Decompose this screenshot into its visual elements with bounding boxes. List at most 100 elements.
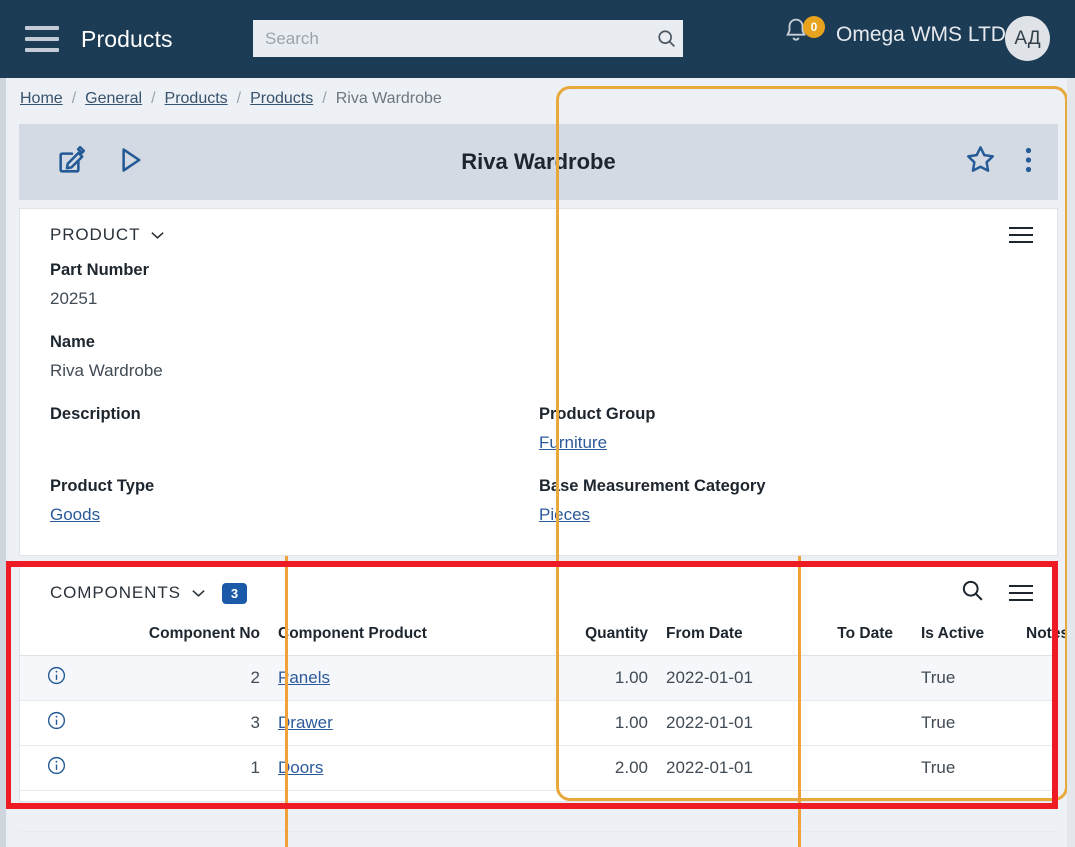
field-label: Product Type	[50, 477, 155, 495]
breadcrumb-item-products[interactable]: Products	[165, 90, 228, 108]
field-product-type: Product Type Goods	[50, 477, 154, 525]
field-base-measurement-category: Base Measurement Category Pieces	[539, 477, 766, 525]
search-box[interactable]	[253, 20, 683, 57]
table-header-row: Component No Component Product Quantity …	[20, 619, 1069, 656]
column-header-notes[interactable]: Notes	[1016, 619, 1069, 656]
column-header-is-active[interactable]: Is Active	[911, 619, 1016, 656]
empty-cell	[811, 790, 911, 832]
record-title-bar: Riva Wardrobe	[19, 124, 1058, 200]
components-section-header: COMPONENTS 3	[20, 567, 1057, 619]
product-section-header: PRODUCT	[20, 209, 1057, 261]
breadcrumb-item-products-2[interactable]: Products	[250, 90, 313, 108]
breadcrumb-item-current: Riva Wardrobe	[335, 90, 442, 107]
table-row[interactable]: 1 Doors 2.00 2022-01-01 True	[20, 745, 1057, 791]
search-input[interactable]	[253, 28, 649, 49]
column-header-quantity[interactable]: Quantity	[538, 619, 656, 656]
column-header-from-date[interactable]: From Date	[656, 619, 811, 656]
product-panel: PRODUCT Part Number 20251 Name Riva Ward…	[19, 208, 1058, 556]
favorite-star-icon[interactable]	[964, 143, 997, 181]
hamburger-small-icon[interactable]	[1009, 227, 1033, 243]
company-name: Omega WMS LTD	[836, 23, 1006, 46]
search-icon[interactable]	[960, 578, 985, 608]
cell-component-no: 1	[78, 745, 268, 791]
empty-cell	[268, 790, 538, 832]
hamburger-icon[interactable]	[25, 26, 59, 52]
cell-component-no: 2	[78, 655, 268, 701]
cell-component-no: 3	[78, 700, 268, 746]
cell-is-active: True	[911, 700, 1016, 746]
empty-cell	[911, 790, 1016, 832]
cell-notes	[1016, 700, 1057, 746]
cell-to-date	[811, 745, 911, 791]
field-part-number: Part Number 20251	[50, 261, 149, 309]
field-value-link[interactable]: Pieces	[539, 505, 590, 524]
component-product-link[interactable]: Drawer	[278, 713, 333, 732]
cell-notes	[1016, 745, 1057, 791]
empty-cell	[78, 790, 268, 832]
right-scrollbar[interactable]	[1067, 78, 1075, 847]
empty-cell	[656, 790, 811, 832]
app-title: Products	[81, 25, 173, 52]
component-product-link[interactable]: Doors	[278, 758, 323, 777]
field-description: Description	[50, 405, 141, 433]
cell-from-date: 2022-01-01	[656, 700, 811, 746]
cell-to-date	[811, 655, 911, 701]
field-product-group: Product Group Furniture	[539, 405, 655, 453]
cell-quantity: 1.00	[538, 700, 656, 746]
empty-cell	[1016, 790, 1057, 832]
chevron-down-icon[interactable]	[191, 586, 206, 601]
cell-from-date: 2022-01-01	[656, 745, 811, 791]
field-label: Name	[50, 333, 95, 351]
cell-component-product: Panels	[268, 655, 538, 701]
table-row[interactable]: 3 Drawer 1.00 2022-01-01 True	[20, 700, 1057, 746]
breadcrumb-item-home[interactable]: Home	[20, 90, 63, 108]
search-icon[interactable]	[649, 28, 683, 49]
cell-notes	[1016, 655, 1057, 701]
components-table: Component No Component Product Quantity …	[20, 619, 1069, 832]
table-row[interactable]: 2 Panels 1.00 2022-01-01 True	[20, 655, 1057, 701]
components-section-title[interactable]: COMPONENTS	[50, 583, 181, 603]
product-section-title[interactable]: PRODUCT	[50, 225, 140, 245]
field-value: 20251	[50, 289, 98, 308]
cell-component-product: Drawer	[268, 700, 538, 746]
avatar[interactable]: АД	[1005, 16, 1050, 61]
application-window: Products 0 Omega WMS LTD АД Home / Gener…	[0, 0, 1075, 847]
notification-count-badge: 0	[803, 16, 825, 38]
component-product-link[interactable]: Panels	[278, 668, 330, 687]
left-scrollbar[interactable]	[0, 78, 6, 847]
breadcrumb: Home / General / Products / Products / R…	[20, 90, 442, 108]
column-header-to-date[interactable]: To Date	[811, 619, 911, 656]
breadcrumb-separator: /	[236, 90, 242, 107]
field-label: Base Measurement Category	[539, 477, 766, 495]
breadcrumb-separator: /	[322, 90, 327, 107]
cell-quantity: 2.00	[538, 745, 656, 791]
breadcrumb-separator: /	[71, 90, 77, 107]
notifications-button[interactable]: 0	[783, 16, 825, 60]
breadcrumb-item-general[interactable]: General	[85, 90, 142, 108]
cell-quantity: 1.00	[538, 655, 656, 701]
cell-component-product: Doors	[268, 745, 538, 791]
field-value-link[interactable]: Goods	[50, 505, 100, 524]
field-label: Description	[50, 405, 141, 423]
row-info-icon[interactable]	[20, 700, 78, 746]
row-info-icon[interactable]	[20, 745, 78, 791]
cell-to-date	[811, 700, 911, 746]
field-value-link[interactable]: Furniture	[539, 433, 607, 452]
row-info-icon[interactable]	[20, 655, 78, 701]
components-count-badge: 3	[221, 582, 248, 604]
column-header-info[interactable]	[20, 619, 78, 656]
field-label: Part Number	[50, 261, 150, 279]
empty-cell	[20, 790, 78, 832]
field-name: Name Riva Wardrobe	[50, 333, 163, 381]
field-label: Product Group	[539, 405, 656, 423]
table-row-empty	[20, 790, 1057, 832]
chevron-down-icon[interactable]	[150, 228, 165, 243]
more-options-icon[interactable]	[1025, 146, 1032, 179]
page-title: Riva Wardrobe	[461, 149, 616, 174]
components-panel: COMPONENTS 3 Component No Component Prod…	[19, 566, 1069, 832]
column-header-component-no[interactable]: Component No	[78, 619, 268, 656]
breadcrumb-separator: /	[151, 90, 156, 107]
field-value: Riva Wardrobe	[50, 361, 163, 380]
column-header-component-product[interactable]: Component Product	[268, 619, 538, 656]
hamburger-small-icon[interactable]	[1009, 585, 1033, 601]
